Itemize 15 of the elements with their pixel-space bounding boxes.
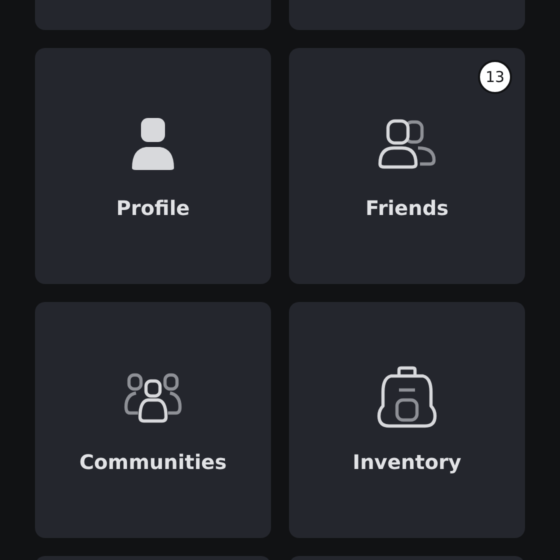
menu-tile[interactable]: Friends 13 (289, 48, 525, 284)
tile[interactable] (35, 0, 271, 30)
tile-label: Communities (79, 450, 227, 474)
menu-tile[interactable]: Communities (35, 302, 271, 538)
two-people-icon (376, 118, 438, 170)
menu-tile[interactable]: Profile (35, 48, 271, 284)
count-badge: 13 (478, 60, 512, 94)
person-icon (130, 116, 176, 172)
menu-tile[interactable]: Inventory (289, 302, 525, 538)
tile-label: Friends (365, 196, 449, 220)
group-icon (124, 371, 182, 425)
tile-label: Inventory (352, 450, 462, 474)
backpack-icon (377, 366, 437, 430)
tile-label: Profile (116, 196, 190, 220)
tile[interactable] (289, 0, 525, 30)
